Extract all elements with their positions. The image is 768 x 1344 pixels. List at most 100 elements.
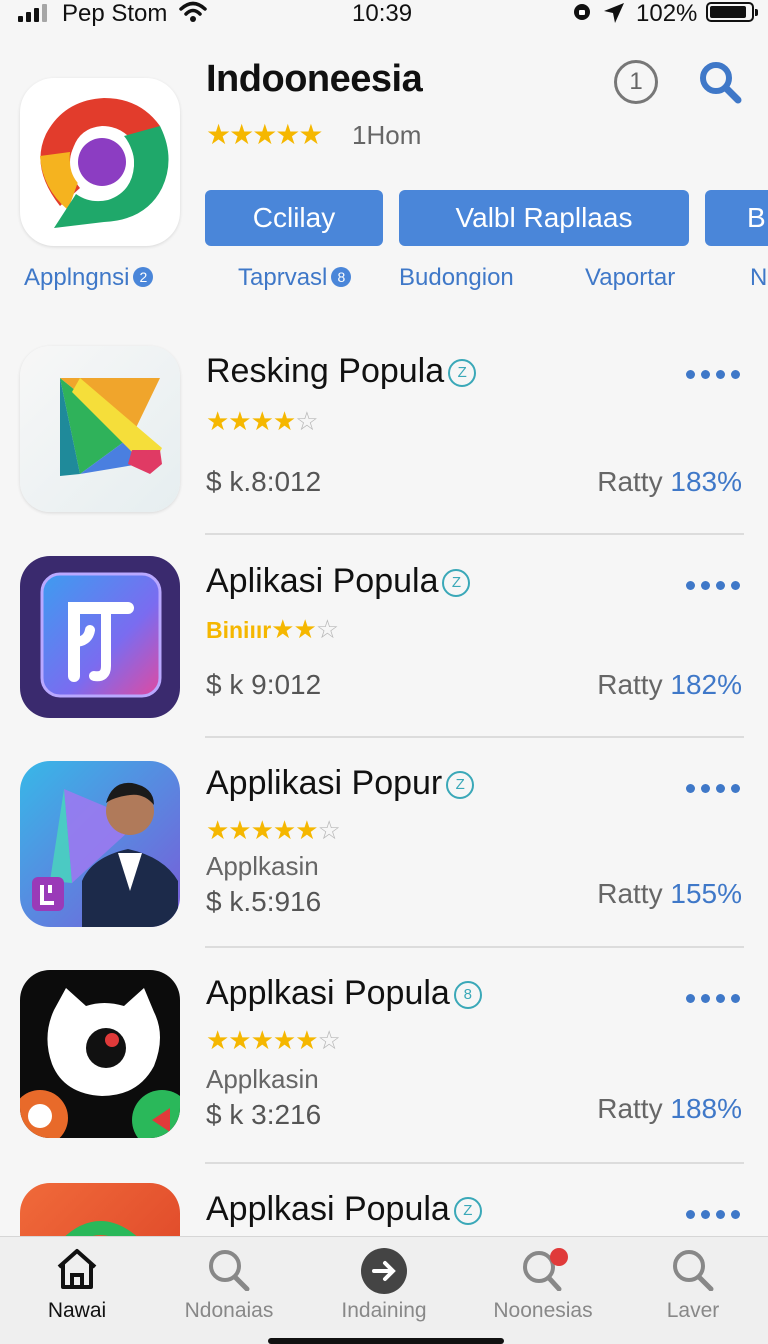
empty-stars: ☆ [317, 815, 341, 845]
category-badge: 8 [331, 267, 352, 287]
app-rating-3: Ratty 155% [597, 878, 742, 910]
more-options-button[interactable] [686, 784, 740, 794]
app-stars-2: Biniıır★★☆ [206, 614, 339, 645]
empty-stars: ☆ [315, 614, 339, 644]
category-label: Applngnsi [24, 264, 130, 291]
featured-app-title: Indooneesia [206, 58, 423, 100]
app-title-4[interactable]: Applkasi Popula 8 [206, 974, 482, 1013]
category-badge: 2 [133, 267, 154, 287]
battery-percent: 102% [636, 0, 698, 27]
app-icon-3[interactable] [20, 761, 180, 927]
app-icon-2[interactable] [20, 556, 180, 718]
tab-home[interactable]: Nawai [2, 1247, 152, 1323]
home-indicator [268, 1338, 504, 1344]
wifi-icon [179, 1, 207, 22]
empty-stars: ☆ [317, 1025, 341, 1055]
tab-trending[interactable]: Indaining [309, 1247, 459, 1323]
app-rating-2: Ratty 182% [597, 669, 742, 701]
more-options-button[interactable] [686, 370, 740, 380]
tab-label: Laver [666, 1299, 720, 1322]
rating-word: Biniıır [206, 617, 272, 643]
search-icon [523, 1248, 568, 1291]
rating-label: Ratty [597, 669, 663, 700]
app-title-text: Applkasi Popula [206, 1190, 450, 1228]
app-price-3: $ k.5:916 [206, 886, 322, 917]
app-price-4: $ k 3:216 [206, 1099, 322, 1130]
action-button-2[interactable]: Valbl Rapllaas [399, 190, 689, 246]
tab-label: Noonesias [493, 1299, 593, 1322]
category-label: Taprvasl [238, 264, 328, 291]
tab-bar: Nawai Ndonaias Indaining Noonesias Laver [0, 1236, 768, 1344]
action-button-1[interactable]: Cclilay [205, 190, 383, 246]
app-rating-4: Ratty 188% [597, 1093, 742, 1125]
app-stars-3: ★★★★★☆ [206, 815, 341, 846]
tab-search-3[interactable]: Laver [618, 1247, 768, 1323]
app-icon-1[interactable] [20, 346, 180, 512]
search-icon [673, 1250, 714, 1291]
app-price-1: $ k.8:012 [206, 466, 322, 497]
home-icon [57, 1249, 97, 1289]
filled-stars: ★★★★ [206, 406, 296, 436]
category-link-2[interactable]: Taprvasl 8 [238, 264, 352, 292]
verified-badge-icon: Z [446, 771, 475, 799]
rating-label: Ratty [597, 1093, 663, 1124]
app-title-text: Applikasi Popur [206, 764, 443, 802]
rating-value: 183% [670, 466, 742, 497]
category-link-4[interactable]: Vaportar [585, 264, 675, 292]
more-options-button[interactable] [686, 994, 740, 1004]
app-title-5[interactable]: Applkasi Popula Z [206, 1190, 482, 1229]
app-title-2[interactable]: Aplikasi Popula Z [206, 562, 471, 601]
search-icon [209, 1250, 250, 1291]
app-title-1[interactable]: Resking Popula Z [206, 352, 477, 391]
signal-icon [18, 4, 48, 22]
app-icon-4[interactable] [20, 970, 180, 1138]
category-link-3[interactable]: Budongion [399, 264, 514, 292]
verified-badge-icon: 8 [453, 981, 482, 1009]
verified-badge-icon: Z [453, 1197, 482, 1225]
app-rating-1: Ratty 183% [597, 466, 742, 498]
carrier-name: Pep Stom [62, 0, 168, 27]
tab-search-1[interactable]: Ndonaias [154, 1247, 304, 1323]
featured-app-rating-count: 1Hom [352, 120, 422, 150]
category-link-1[interactable]: Applngnsi 2 [24, 264, 154, 292]
tab-label: Ndonaias [184, 1299, 274, 1322]
row-divider [205, 1162, 744, 1164]
filled-stars: ★★★★★ [206, 815, 319, 845]
filled-stars: ★★★★★ [206, 1025, 319, 1055]
search-icon[interactable] [696, 58, 744, 106]
category-link-5[interactable]: N [750, 264, 767, 292]
row-divider [205, 533, 744, 535]
rating-value: 182% [670, 669, 742, 700]
verified-badge-icon: Z [448, 359, 477, 387]
app-subtitle-3: Applkasin [206, 851, 319, 881]
app-stars-4: ★★★★★☆ [206, 1025, 341, 1056]
tab-search-2[interactable]: Noonesias [468, 1247, 618, 1323]
featured-app-icon[interactable] [20, 78, 180, 246]
arrow-circle-icon [361, 1248, 407, 1294]
status-time: 10:39 [352, 0, 413, 27]
rating-label: Ratty [597, 878, 663, 909]
battery-icon [706, 2, 758, 22]
row-divider [205, 946, 744, 948]
action-button-3-label: B [747, 202, 766, 233]
more-options-button[interactable] [686, 581, 740, 591]
info-icon[interactable]: 1 [614, 60, 658, 104]
verified-badge-icon: Z [442, 569, 471, 597]
rating-value: 188% [670, 1093, 742, 1124]
action-button-3[interactable]: B [705, 190, 768, 246]
more-options-button[interactable] [686, 1210, 740, 1220]
filled-stars: ★★ [271, 614, 317, 644]
rating-value: 155% [670, 878, 742, 909]
status-bar: Pep Stom 10:39 102% [0, 0, 768, 30]
app-title-text: Aplikasi Popula [206, 562, 439, 600]
app-price-2: $ k 9:012 [206, 669, 322, 700]
app-title-text: Resking Popula [206, 352, 445, 390]
app-title-3[interactable]: Applikasi Popur Z [206, 764, 475, 803]
app-title-text: Applkasi Popula [206, 974, 450, 1012]
tab-label: Indaining [341, 1299, 427, 1322]
app-subtitle-4: Applkasin [206, 1064, 319, 1094]
app-stars-1: ★★★★☆ [206, 406, 319, 437]
empty-stars: ☆ [295, 406, 318, 436]
rotation-lock-icon [574, 4, 590, 20]
rating-label: Ratty [597, 466, 663, 497]
